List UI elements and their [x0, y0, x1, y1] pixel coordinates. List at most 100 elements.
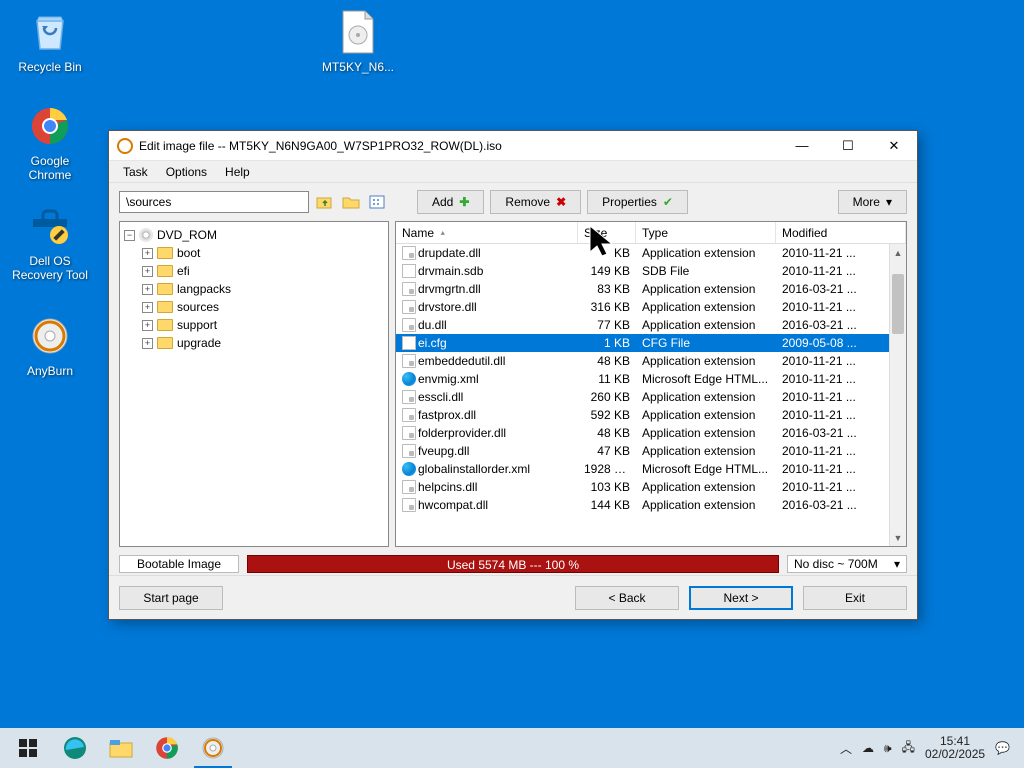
- file-row[interactable]: envmig.xml11 KBMicrosoft Edge HTML...201…: [396, 370, 906, 388]
- minimize-button[interactable]: —: [779, 131, 825, 161]
- scroll-thumb[interactable]: [892, 274, 904, 334]
- open-folder-icon[interactable]: [341, 192, 361, 212]
- col-size[interactable]: Size: [578, 222, 636, 243]
- folder-tree[interactable]: −DVD_ROM +boot+efi+langpacks+sources+sup…: [119, 221, 389, 547]
- taskbar-edge[interactable]: [52, 728, 98, 768]
- desktop-icon-label: Google Chrome: [12, 154, 88, 183]
- desktop-icon-recycle-bin[interactable]: Recycle Bin: [12, 8, 88, 74]
- folder-icon: [157, 247, 173, 259]
- file-icon: [402, 444, 416, 458]
- file-row[interactable]: fastprox.dll592 KBApplication extension2…: [396, 406, 906, 424]
- statusbar: Bootable Image Used 5574 MB --- 100 % No…: [109, 553, 917, 575]
- tray-volume-icon[interactable]: 🕪: [884, 741, 892, 756]
- file-row[interactable]: fveupg.dll47 KBApplication extension2010…: [396, 442, 906, 460]
- scrollbar[interactable]: ▲ ▼: [889, 244, 906, 546]
- col-modified[interactable]: Modified: [776, 222, 906, 243]
- file-row[interactable]: drvstore.dll316 KBApplication extension2…: [396, 298, 906, 316]
- taskbar-chrome[interactable]: [144, 728, 190, 768]
- col-name[interactable]: Name ▴: [396, 222, 578, 243]
- desktop-icon-dell-recovery[interactable]: Dell OS Recovery Tool: [12, 202, 88, 283]
- menu-options[interactable]: Options: [158, 163, 215, 181]
- plus-icon: ✚: [459, 195, 469, 209]
- disc-icon: [139, 228, 153, 242]
- more-button[interactable]: More▾: [838, 190, 907, 214]
- file-icon: [402, 390, 416, 404]
- view-icon[interactable]: [367, 192, 387, 212]
- next-button[interactable]: Next >: [689, 586, 793, 610]
- desktop-icon-label: AnyBurn: [12, 364, 88, 378]
- tree-item-upgrade[interactable]: +upgrade: [124, 334, 384, 352]
- toolbar: Add✚ Remove✖ Properties✔ More▾: [109, 183, 917, 221]
- desktop-icon-chrome[interactable]: Google Chrome: [12, 102, 88, 183]
- taskbar-clock[interactable]: 15:4102/02/2025: [925, 735, 985, 761]
- titlebar[interactable]: Edit image file -- MT5KY_N6N9GA00_W7SP1P…: [109, 131, 917, 161]
- scroll-up-icon[interactable]: ▲: [890, 244, 906, 261]
- menu-task[interactable]: Task: [115, 163, 156, 181]
- properties-button[interactable]: Properties✔: [587, 190, 688, 214]
- col-type[interactable]: Type: [636, 222, 776, 243]
- folder-icon: [157, 319, 173, 331]
- taskbar-anyburn[interactable]: [190, 728, 236, 768]
- add-button[interactable]: Add✚: [417, 190, 484, 214]
- desktop-icon-anyburn[interactable]: AnyBurn: [12, 312, 88, 378]
- desktop-icon-iso-file[interactable]: MT5KY_N6...: [320, 8, 396, 74]
- file-icon: [402, 282, 416, 296]
- tree-item-efi[interactable]: +efi: [124, 262, 384, 280]
- x-icon: ✖: [556, 195, 566, 209]
- tree-item-boot[interactable]: +boot: [124, 244, 384, 262]
- file-row[interactable]: embeddedutil.dll48 KBApplication extensi…: [396, 352, 906, 370]
- menu-help[interactable]: Help: [217, 163, 258, 181]
- chevron-down-icon: ▾: [894, 557, 900, 571]
- system-tray[interactable]: ︿ ☁ 🕪 🖧 15:4102/02/2025 💬: [830, 735, 1020, 761]
- file-icon: [402, 336, 416, 350]
- file-icon: [402, 372, 416, 386]
- file-row[interactable]: du.dll77 KBApplication extension2016-03-…: [396, 316, 906, 334]
- folder-icon: [157, 301, 173, 313]
- tree-item-support[interactable]: +support: [124, 316, 384, 334]
- file-row[interactable]: helpcins.dll103 KBApplication extension2…: [396, 478, 906, 496]
- close-button[interactable]: ✕: [871, 131, 917, 161]
- iso-file-icon: [334, 8, 382, 56]
- remove-button[interactable]: Remove✖: [490, 190, 581, 214]
- file-row[interactable]: globalinstallorder.xml1928 KBMicrosoft E…: [396, 460, 906, 478]
- file-row[interactable]: drvmgrtn.dll83 KBApplication extension20…: [396, 280, 906, 298]
- tray-network-icon[interactable]: 🖧: [902, 738, 915, 759]
- file-row[interactable]: folderprovider.dll48 KBApplication exten…: [396, 424, 906, 442]
- anyburn-app-icon: [117, 138, 133, 154]
- tree-item-sources[interactable]: +sources: [124, 298, 384, 316]
- path-input[interactable]: [119, 191, 309, 213]
- file-row[interactable]: drupdate.dllKBApplication extension2010-…: [396, 244, 906, 262]
- file-row[interactable]: ei.cfg1 KBCFG File2009-05-08 ...: [396, 334, 906, 352]
- file-icon: [402, 498, 416, 512]
- check-icon: ✔: [663, 195, 673, 209]
- file-row[interactable]: hwcompat.dll144 KBApplication extension2…: [396, 496, 906, 514]
- folder-icon: [157, 265, 173, 277]
- menubar: Task Options Help: [109, 161, 917, 183]
- chrome-icon: [26, 102, 74, 150]
- taskbar: ︿ ☁ 🕪 🖧 15:4102/02/2025 💬: [0, 728, 1024, 768]
- tray-onedrive-icon[interactable]: ☁: [862, 741, 874, 755]
- footer: Start page < Back Next > Exit: [109, 575, 917, 619]
- up-folder-icon[interactable]: [315, 192, 335, 212]
- file-icon: [402, 246, 416, 260]
- start-button[interactable]: [4, 728, 52, 768]
- anyburn-icon: [26, 312, 74, 360]
- disc-selector[interactable]: No disc ~ 700M▾: [787, 555, 907, 573]
- maximize-button[interactable]: ☐: [825, 131, 871, 161]
- taskbar-explorer[interactable]: [98, 728, 144, 768]
- scroll-down-icon[interactable]: ▼: [890, 529, 906, 546]
- tree-item-langpacks[interactable]: +langpacks: [124, 280, 384, 298]
- desktop-icon-label: Recycle Bin: [12, 60, 88, 74]
- anyburn-window: Edit image file -- MT5KY_N6N9GA00_W7SP1P…: [108, 130, 918, 620]
- exit-button[interactable]: Exit: [803, 586, 907, 610]
- tree-root[interactable]: −DVD_ROM: [124, 226, 384, 244]
- file-row[interactable]: esscli.dll260 KBApplication extension201…: [396, 388, 906, 406]
- bootable-label: Bootable Image: [119, 555, 239, 573]
- tray-notifications-icon[interactable]: 💬: [995, 741, 1010, 755]
- start-page-button[interactable]: Start page: [119, 586, 223, 610]
- tray-chevron-icon[interactable]: ︿: [840, 740, 852, 757]
- file-row[interactable]: drvmain.sdb149 KBSDB File2010-11-21 ...: [396, 262, 906, 280]
- back-button[interactable]: < Back: [575, 586, 679, 610]
- toolbox-icon: [26, 202, 74, 250]
- folder-icon: [157, 283, 173, 295]
